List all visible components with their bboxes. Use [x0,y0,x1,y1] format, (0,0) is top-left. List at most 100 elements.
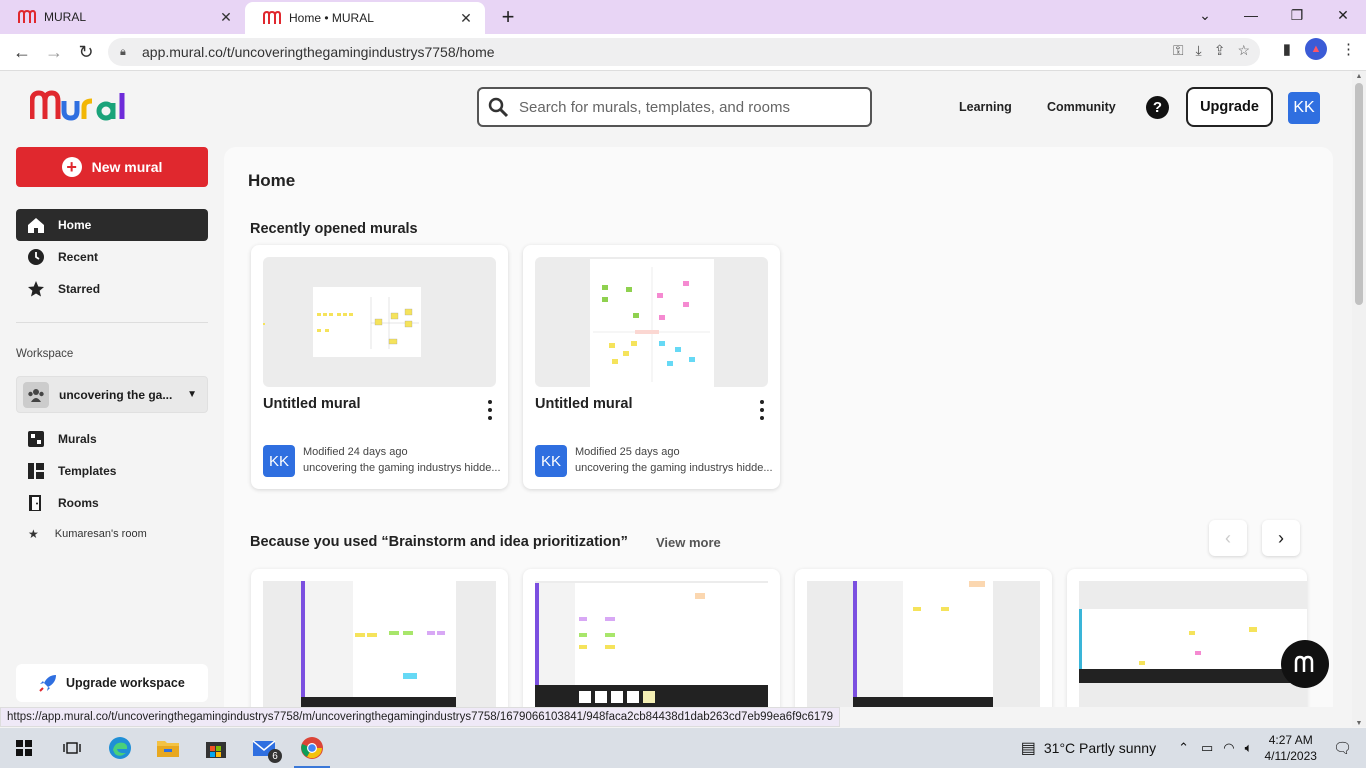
chrome-icon[interactable] [288,728,336,768]
mural-title[interactable]: Untitled mural [535,396,632,412]
notification-icon[interactable]: 🗨︎ [1333,739,1352,757]
mural-title[interactable]: Untitled mural [263,396,360,412]
task-view-button[interactable] [48,728,96,768]
scroll-down-icon[interactable]: ▼ [1355,720,1363,727]
team-icon [23,381,49,408]
mural-card[interactable]: Untitled mural KK Modified 25 days ago u… [523,245,780,489]
close-tab-icon[interactable]: ✕ [457,10,475,27]
user-avatar[interactable]: KK [1288,92,1320,124]
sidebar-item-recent[interactable]: Recent [16,241,208,273]
forward-icon[interactable]: → [38,36,70,68]
browser-tab-mural[interactable]: MURAL ✕ [0,0,245,34]
template-card[interactable] [795,569,1052,707]
templates-icon [26,461,46,481]
sidebar-item-templates[interactable]: Templates [16,455,208,487]
weather-icon[interactable]: ▤ [1021,738,1036,758]
carousel-prev-button[interactable]: ‹ [1209,520,1247,556]
side-panel-icon[interactable]: ▮ [1283,40,1291,58]
sidebar-item-label: Murals [58,432,97,446]
close-window-button[interactable]: ✕ [1320,0,1366,30]
menu-kebab-icon[interactable]: ⋮ [1341,40,1356,58]
sidebar-item-label: Home [58,218,92,232]
template-card[interactable] [1067,569,1307,707]
mural-card[interactable]: Untitled mural KK Modified 24 days ago u… [251,245,508,489]
new-mural-label: New mural [91,159,163,175]
more-options-icon[interactable] [756,400,768,420]
toolbar-right: ▮ ▲ ⋮ [1283,38,1356,60]
workspace-name: uncovering the gaming industrys hidde... [303,462,501,474]
mural-assistant-button[interactable] [1281,640,1329,688]
volume-icon[interactable]: 🔈︎ [1245,740,1253,756]
upgrade-workspace-button[interactable]: Upgrade workspace [16,664,208,702]
template-card[interactable] [251,569,508,707]
learning-link[interactable]: Learning [959,100,1012,114]
restore-button[interactable]: ❐ [1274,0,1320,30]
lock-icon: 🔒︎ [120,45,126,58]
back-icon[interactable]: ← [6,36,38,68]
search-box[interactable] [477,87,872,127]
workspace-selector[interactable]: uncovering the ga... ▼ [16,376,208,413]
bookmark-star-icon[interactable]: ☆ [1237,42,1250,59]
more-options-icon[interactable] [484,400,496,420]
mural-app: Learning Community ? Upgrade KK + New mu… [0,71,1352,707]
help-icon[interactable]: ? [1146,96,1169,119]
carousel-next-button[interactable]: › [1262,520,1300,556]
minimize-button[interactable]: — [1228,0,1274,30]
sidebar-item-starred[interactable]: Starred [16,273,208,305]
room-label: Kumaresan's room [54,528,147,540]
windows-logo-icon [16,740,32,756]
chevron-up-icon[interactable]: ⌃ [1178,740,1189,756]
sidebar-item-label: Rooms [58,496,99,510]
key-icon[interactable]: ⚿ [1173,42,1184,59]
template-thumbnail [535,581,768,707]
plus-icon: + [61,157,82,177]
wifi-icon[interactable]: ◠ [1223,740,1234,756]
start-button[interactable] [0,728,48,768]
share-icon[interactable]: ⇪ [1214,42,1226,59]
template-thumbnail [807,581,1040,707]
sidebar-item-room[interactable]: ★ Kumaresan's room [16,523,147,545]
close-tab-icon[interactable]: ✕ [217,9,235,26]
upgrade-button[interactable]: Upgrade [1186,87,1273,127]
clock-icon [26,247,46,267]
address-bar[interactable]: 🔒︎ app.mural.co/t/uncoveringthegamingind… [108,38,1260,66]
page-scrollbar[interactable]: ▲ ▼ [1352,71,1366,727]
weather-text[interactable]: 31°C Partly sunny [1044,740,1156,756]
mural-logo[interactable] [30,89,132,121]
browser-toolbar: ← → ↻ 🔒︎ app.mural.co/t/uncoveringthegam… [0,34,1366,71]
reload-icon[interactable]: ↻ [70,36,102,68]
tab-search-icon[interactable]: ⌄ [1182,0,1228,30]
window-controls: ⌄ — ❐ ✕ [1182,0,1366,30]
sidebar-item-murals[interactable]: Murals [16,423,208,455]
community-link[interactable]: Community [1047,100,1116,114]
new-mural-button[interactable]: + New mural [16,147,208,187]
clock[interactable]: 4:27 AM 4/11/2023 [1264,732,1317,764]
microsoft-store-icon[interactable] [192,728,240,768]
sidebar-item-home[interactable]: Home [16,209,208,241]
workspace-name: uncovering the ga... [59,387,173,402]
scroll-up-icon[interactable]: ▲ [1355,73,1363,80]
home-icon [26,215,46,235]
tab-title: MURAL [44,10,87,24]
mural-thumbnail [535,257,768,387]
browser-profile-icon[interactable]: ▲ [1305,38,1327,60]
search-input[interactable] [519,98,849,116]
scroll-thumb[interactable] [1355,83,1363,305]
mail-icon[interactable]: 6 [240,728,288,768]
sidebar-item-label: Templates [58,464,117,478]
install-icon[interactable]: ⤓ [1196,42,1202,59]
murals-icon [26,429,46,449]
template-card[interactable] [523,569,780,707]
view-more-link[interactable]: View more [656,535,721,550]
browser-tab-home[interactable]: Home • MURAL ✕ [245,2,485,34]
file-explorer-icon[interactable] [144,728,192,768]
mural-thumbnail [263,257,496,387]
mural-favicon-icon [263,11,281,24]
windows-taskbar: 6 ▤ 31°C Partly sunny ⌃ ▭ ◠ 🔈︎ 4:27 AM 4… [0,728,1366,768]
modified-time: Modified 25 days ago [575,446,680,458]
browser-tab-bar: MURAL ✕ Home • MURAL ✕ + ⌄ — ❐ ✕ [0,0,1366,34]
sidebar-item-rooms[interactable]: Rooms [16,487,208,519]
edge-icon[interactable] [96,728,144,768]
battery-icon[interactable]: ▭ [1201,740,1213,756]
new-tab-button[interactable]: + [493,2,523,32]
